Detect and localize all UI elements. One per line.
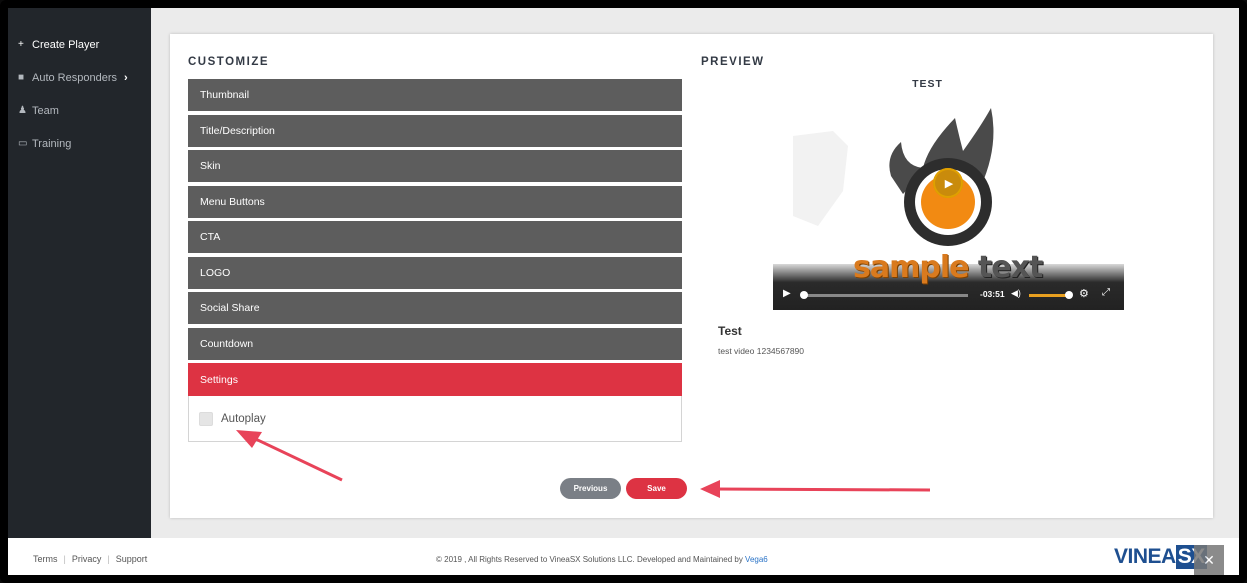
monitor-icon: ▭ [18, 138, 28, 149]
sidebar-item-training[interactable]: ▭ Training [8, 127, 151, 160]
customize-card: CUSTOMIZE PREVIEW Thumbnail Title/Descri… [170, 34, 1213, 518]
user-icon: ♟ [18, 105, 27, 116]
developer-link[interactable]: Vega6 [745, 555, 768, 564]
accordion-skin[interactable]: Skin [188, 150, 682, 182]
accordion-settings[interactable]: Settings [188, 363, 682, 396]
accordion-thumbnail[interactable]: Thumbnail [188, 79, 682, 111]
volume-slider[interactable] [1029, 291, 1073, 299]
sidebar-item-label: Create Player [32, 38, 100, 51]
progress-bar[interactable] [800, 291, 968, 299]
brand-logo: VINEASX [1114, 545, 1207, 569]
sidebar: + Create Player ■ Auto Responders › ♟ Te… [8, 8, 151, 538]
copyright-label: © 2019 , All Rights Reserved to VineaSX … [436, 555, 746, 564]
overlay-text-1: sample [853, 250, 969, 285]
chevron-right-icon: › [124, 71, 128, 84]
plus-icon: + [18, 39, 24, 50]
sidebar-item-create-player[interactable]: + Create Player [8, 28, 151, 61]
brand-text: VINEA [1114, 545, 1176, 568]
sidebar-item-label: Team [32, 104, 59, 117]
divider: | [107, 554, 110, 564]
accordion-countdown[interactable]: Countdown [188, 327, 682, 360]
accordion-cta[interactable]: CTA [188, 221, 682, 253]
support-link[interactable]: Support [116, 554, 148, 564]
autoplay-checkbox[interactable] [199, 411, 213, 426]
customize-title: CUSTOMIZE [188, 56, 270, 68]
terms-link[interactable]: Terms [33, 554, 58, 564]
divider: | [63, 554, 66, 564]
video-overlay-text: sample text [853, 250, 1043, 285]
accordion-logo[interactable]: LOGO [188, 256, 682, 289]
sidebar-item-label: Auto Responders [32, 71, 117, 84]
volume-icon[interactable]: ◀) [1011, 288, 1021, 299]
sidebar-item-label: Training [32, 137, 72, 150]
sidebar-item-auto-responders[interactable]: ■ Auto Responders › [8, 61, 151, 94]
gear-icon[interactable]: ⚙ [1079, 287, 1089, 300]
time-remaining: -03:51 [980, 289, 1005, 299]
footer: Terms | Privacy | Support © 2019 , All Right… [8, 538, 1239, 575]
video-info-description: test video 1234567890 [718, 346, 805, 356]
privacy-link[interactable]: Privacy [72, 554, 102, 564]
chevron-up-icon: ✕ [1203, 551, 1215, 568]
folder-icon: ■ [18, 72, 25, 83]
customize-accordion: Thumbnail Title/Description Skin Menu Bu… [188, 79, 682, 442]
play-icon[interactable]: ▶ [783, 288, 791, 299]
settings-panel: Autoplay [188, 396, 682, 442]
save-button[interactable]: Save [626, 478, 687, 499]
play-overlay-button[interactable]: ▶ [933, 168, 963, 198]
main-area: CUSTOMIZE PREVIEW Thumbnail Title/Descri… [151, 8, 1239, 538]
footer-links: Terms | Privacy | Support [33, 554, 147, 564]
accordion-title-description[interactable]: Title/Description [188, 114, 682, 147]
progress-handle[interactable] [800, 291, 808, 299]
preview-title: PREVIEW [701, 56, 765, 68]
accordion-social-share[interactable]: Social Share [188, 292, 682, 324]
previous-button[interactable]: Previous [560, 478, 621, 499]
scroll-top-button[interactable]: ✕ [1194, 545, 1224, 575]
volume-handle[interactable] [1065, 291, 1073, 299]
app-frame: + Create Player ■ Auto Responders › ♟ Te… [0, 0, 1247, 583]
sidebar-item-team[interactable]: ♟ Team [8, 94, 151, 127]
fullscreen-icon[interactable]: ⤢ [1102, 287, 1110, 298]
video-info-title: Test [718, 324, 742, 338]
autoplay-label: Autoplay [221, 412, 266, 425]
overlay-text-2: text [977, 250, 1043, 285]
video-player[interactable]: ▶ sample text ▶ -03:51 ◀) ⚙ ⤢ [773, 106, 1124, 310]
play-icon: ▶ [944, 177, 954, 190]
video-title: TEST [912, 78, 943, 90]
copyright-text: © 2019 , All Rights Reserved to VineaSX … [436, 555, 768, 564]
accordion-menu-buttons[interactable]: Menu Buttons [188, 185, 682, 218]
